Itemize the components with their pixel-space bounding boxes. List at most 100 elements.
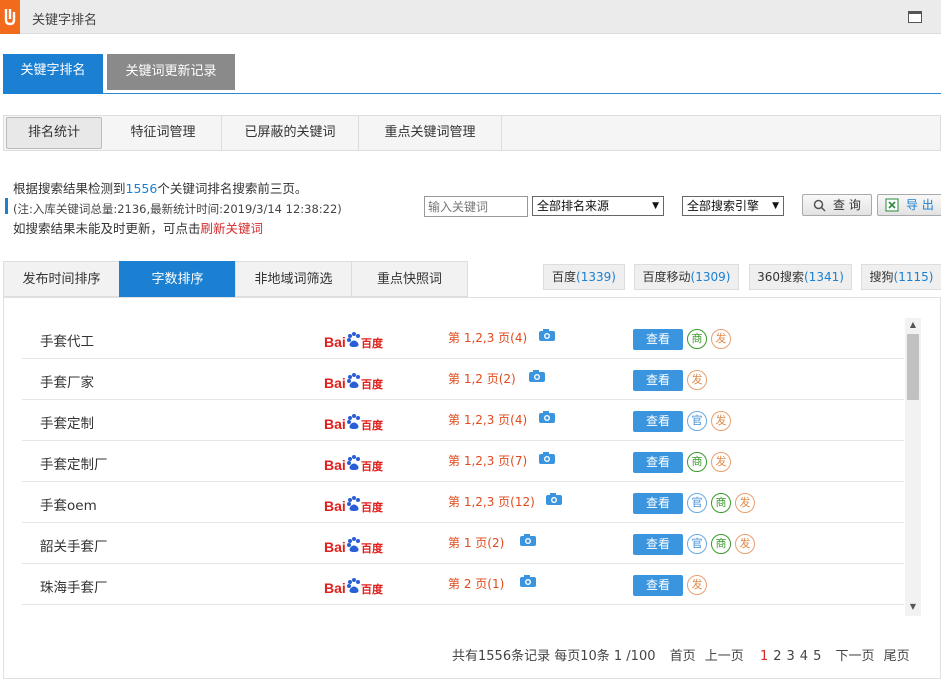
table-row: 手套定制 Bai 百度 第 1,2,3 页(4) 查看官发 (22, 400, 904, 441)
tag-badge: 发 (735, 534, 755, 554)
tag-badge: 商 (687, 329, 707, 349)
tag-badge: 发 (711, 329, 731, 349)
keyword-text: 手套代工 (40, 334, 94, 350)
scroll-thumb[interactable] (907, 334, 919, 400)
table-row: 韶关手套厂 Bai 百度 第 1 页(2) 查看官商发 (22, 523, 904, 564)
query-button[interactable]: 查 询 (802, 194, 872, 216)
tab-sort-by-time[interactable]: 发布时间排序 (3, 261, 120, 297)
detected-count: 1556 (125, 181, 158, 196)
tab-keyword-update-log[interactable]: 关键词更新记录 (107, 54, 235, 90)
tab-key-snapshot[interactable]: 重点快照词 (351, 261, 468, 297)
engine-filter-sogou[interactable]: 搜狗(1115) (861, 264, 941, 290)
pager-first[interactable]: 首页 (670, 649, 696, 664)
keyword-list: 手套代工 Bai 百度 第 1,2,3 页(4) 查看商发手套厂家 Bai 百度 … (22, 318, 904, 616)
baidu-logo-text: 百度 (361, 459, 384, 473)
view-button[interactable]: 查看 (633, 575, 683, 596)
rank-info: 第 1,2,3 页(4) (448, 413, 528, 427)
info-line1-prefix: 根据搜索结果检测到 (13, 181, 126, 196)
baidu-logo-text: 百度 (361, 377, 384, 391)
scrollbar[interactable]: ▲ ▼ (905, 318, 921, 616)
subtab-key-keywords[interactable]: 重点关键词管理 (359, 116, 502, 150)
info-line1-suffix: 个关键词排名搜索前三页。 (157, 181, 308, 196)
rank-info: 第 1 页(2) (448, 536, 505, 550)
window-title: 关键字排名 (32, 13, 98, 28)
pager-pages: 12345 (760, 649, 826, 664)
tab-sort-by-length[interactable]: 字数排序 (119, 261, 236, 297)
search-engine-value: 全部搜索引擎 (687, 199, 760, 213)
camera-icon[interactable] (528, 369, 546, 383)
pager-summary: 共有1556条记录 每页10条 1 /100 (452, 649, 656, 664)
pager-page[interactable]: 2 (773, 649, 781, 664)
tag-badge: 发 (735, 493, 755, 513)
window-titlebar: 关键字排名 (0, 0, 941, 34)
keyword-text: 手套oem (40, 498, 97, 514)
rank-info: 第 1,2,3 页(4) (448, 331, 528, 345)
rank-source-select[interactable]: 全部排名来源 ▼ (532, 196, 664, 216)
engine-filter-baidu[interactable]: 百度(1339) (543, 264, 625, 290)
camera-icon[interactable] (538, 328, 556, 342)
rank-info: 第 1,2,3 页(7) (448, 454, 528, 468)
pager-page[interactable]: 3 (787, 649, 795, 664)
table-row: 手套代工 Bai 百度 第 1,2,3 页(4) 查看商发 (22, 318, 904, 359)
engine-name: 360搜索 (757, 270, 804, 284)
baidu-logo-text: 百度 (361, 336, 384, 350)
subtab-feature-words[interactable]: 特征词管理 (105, 116, 222, 150)
baidu-logo: Bai 百度 (324, 414, 384, 432)
keyword-text: 手套定制 (40, 416, 94, 432)
view-button[interactable]: 查看 (633, 493, 683, 514)
pager-page[interactable]: 1 (760, 649, 768, 664)
pager-page[interactable]: 5 (813, 649, 821, 664)
pager-last[interactable]: 尾页 (884, 649, 910, 664)
pager-next[interactable]: 下一页 (836, 649, 875, 664)
dropdown-arrow-icon: ▼ (652, 201, 659, 211)
camera-icon[interactable] (519, 533, 537, 547)
baidu-logo-text: Bai (324, 416, 346, 432)
scroll-up-icon[interactable]: ▲ (905, 320, 921, 332)
tab-non-region-filter[interactable]: 非地域词筛选 (235, 261, 352, 297)
keyword-text: 韶关手套厂 (40, 539, 108, 555)
info-line3-prefix: 如搜索结果未能及时更新，可点击 (13, 221, 201, 236)
table-row: 手套定制厂 Bai 百度 第 1,2,3 页(7) 查看商发 (22, 441, 904, 482)
engine-filter-baidu-mobile[interactable]: 百度移动(1309) (634, 264, 739, 290)
baidu-logo-text: Bai (324, 457, 346, 473)
tab-keyword-ranking[interactable]: 关键字排名 (3, 54, 103, 94)
export-label: 导 出 (906, 198, 934, 212)
view-button[interactable]: 查看 (633, 329, 683, 350)
keyword-text: 珠海手套厂 (40, 580, 108, 596)
camera-icon[interactable] (545, 492, 563, 506)
pager-page[interactable]: 4 (800, 649, 808, 664)
engine-filter-360[interactable]: 360搜索(1341) (749, 264, 852, 290)
camera-icon[interactable] (538, 451, 556, 465)
main-tabs: 关键字排名 关键词更新记录 (3, 54, 941, 94)
keyword-text: 手套定制厂 (40, 457, 108, 473)
baidu-logo: Bai 百度 (324, 496, 384, 514)
stats-note: (注:入库关键词总量:2136,最新统计时间:2019/3/14 12:38:2… (13, 202, 342, 216)
baidu-logo-text: Bai (324, 498, 346, 514)
tag-badge: 商 (711, 534, 731, 554)
sub-tabs: 排名统计 特征词管理 已屏蔽的关键词 重点关键词管理 (3, 115, 941, 151)
view-button[interactable]: 查看 (633, 452, 683, 473)
pager-prev[interactable]: 上一页 (705, 649, 744, 664)
export-button[interactable]: 导 出 (877, 194, 941, 216)
table-row: 手套厂家 Bai 百度 第 1,2 页(2) 查看发 (22, 359, 904, 400)
table-row-partial (22, 605, 904, 616)
refresh-keywords-link[interactable]: 刷新关键词 (201, 221, 264, 236)
scroll-down-icon[interactable]: ▼ (905, 602, 921, 614)
query-label: 查 询 (833, 198, 861, 212)
camera-icon[interactable] (519, 574, 537, 588)
baidu-logo-text: 百度 (361, 500, 384, 514)
keyword-search-input[interactable] (424, 196, 528, 217)
subtab-ranking-stats[interactable]: 排名统计 (6, 117, 102, 149)
camera-icon[interactable] (538, 410, 556, 424)
table-row: 手套oem Bai 百度 第 1,2,3 页(12) 查看官商发 (22, 482, 904, 523)
app-logo (0, 0, 20, 34)
search-engine-select[interactable]: 全部搜索引擎 ▼ (682, 196, 784, 216)
view-button[interactable]: 查看 (633, 370, 683, 391)
subtab-blocked-keywords[interactable]: 已屏蔽的关键词 (222, 116, 359, 150)
baidu-logo-text: Bai (324, 375, 346, 391)
tag-badge: 官 (687, 411, 707, 431)
view-button[interactable]: 查看 (633, 534, 683, 555)
maximize-button[interactable] (908, 11, 922, 23)
baidu-logo-text: 百度 (361, 582, 384, 596)
view-button[interactable]: 查看 (633, 411, 683, 432)
